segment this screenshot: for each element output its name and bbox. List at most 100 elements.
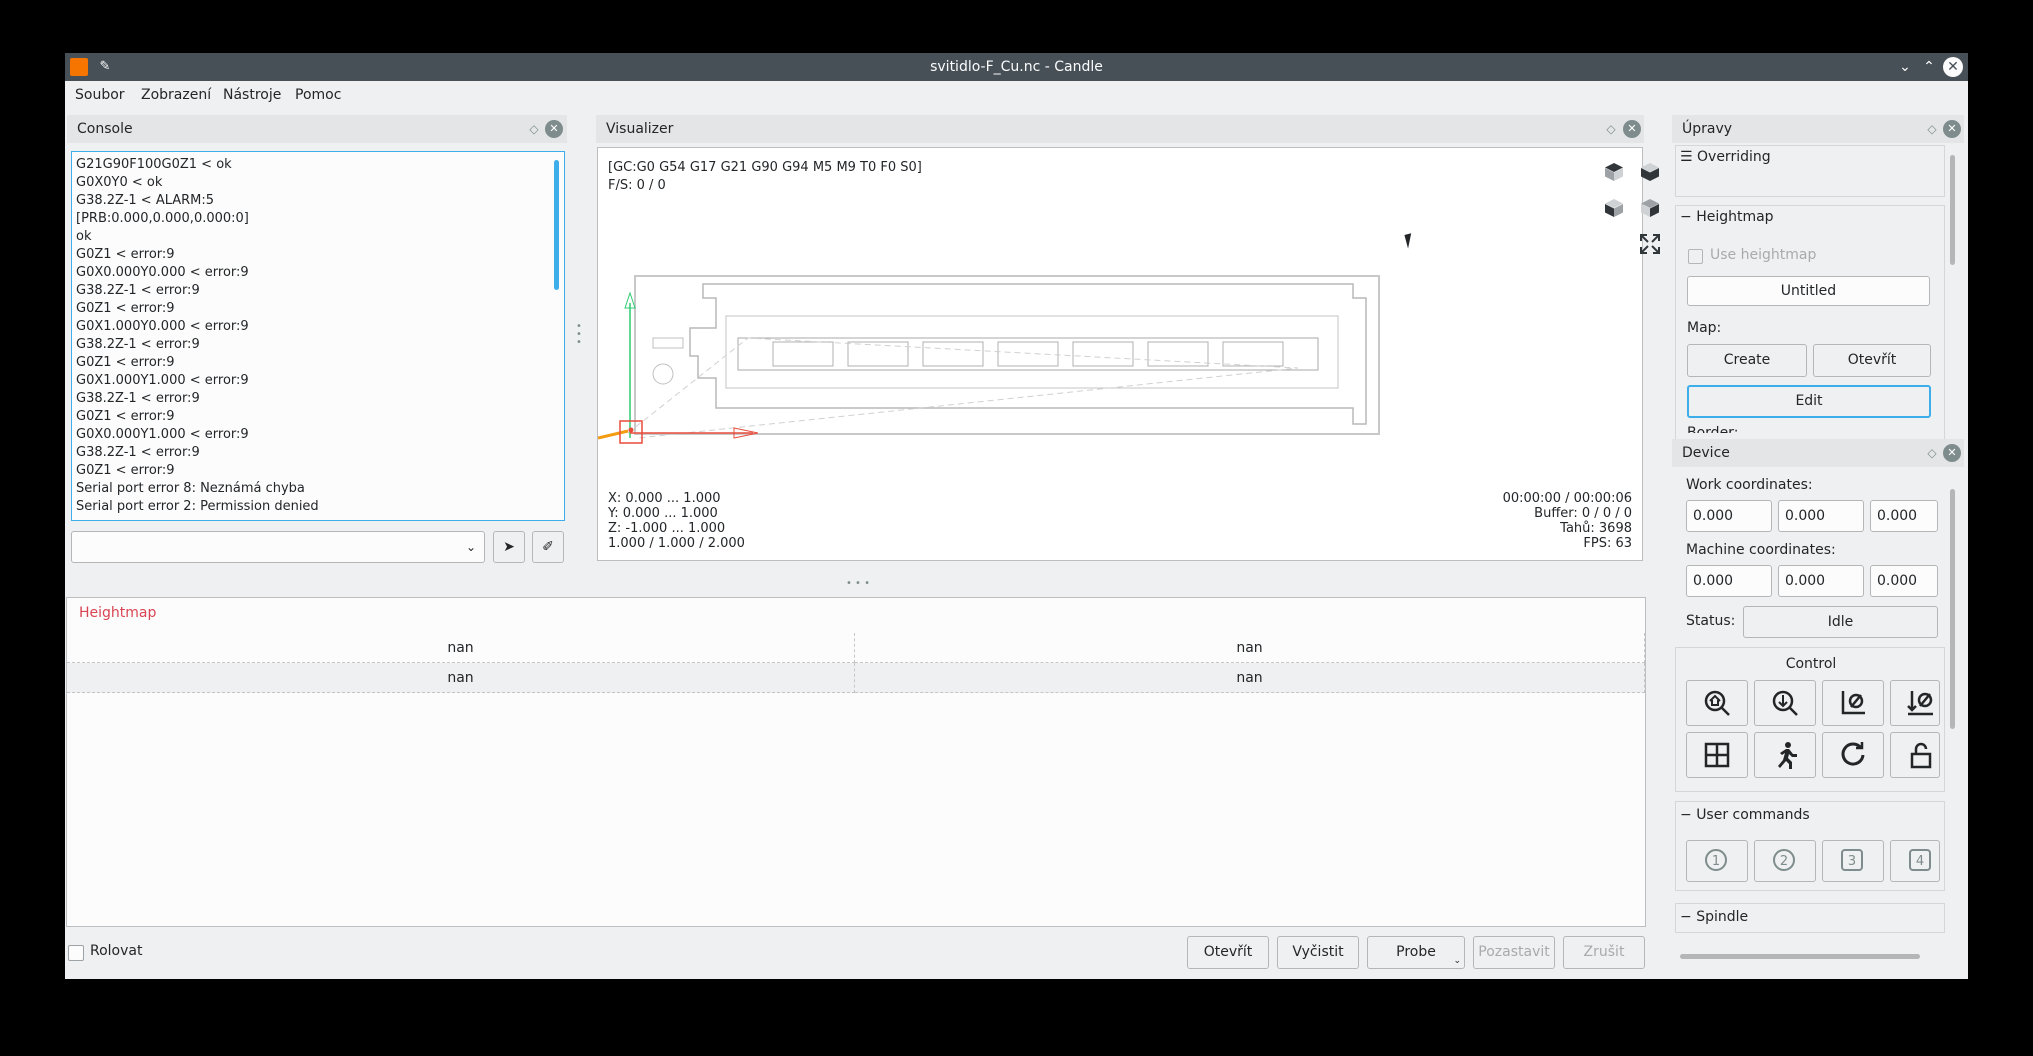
user-commands-header[interactable]: − User commands [1680, 804, 1810, 826]
console-line: G0X0.000Y0.000 < error:9 [76, 265, 249, 280]
restore-origin-button[interactable] [1686, 732, 1748, 778]
edit-map-button[interactable]: Edit [1687, 385, 1931, 418]
view-top-icon[interactable] [1602, 160, 1626, 184]
pause-button[interactable]: Pozastavit [1473, 936, 1555, 969]
command-input[interactable]: ⌄ [71, 531, 485, 563]
device-title: Device [1682, 445, 1730, 461]
work-x-field: 0.000 [1686, 500, 1772, 532]
device-h-scrollbar[interactable] [1680, 954, 1920, 959]
user-command-3-button[interactable]: 3 [1822, 840, 1884, 882]
table-cell[interactable]: nan [855, 633, 1645, 663]
spindle-header[interactable]: − Spindle [1680, 906, 1748, 928]
heightmap-name-field[interactable]: Untitled [1687, 276, 1930, 306]
table-cell[interactable]: nan [855, 663, 1645, 693]
zero-xy-button[interactable] [1822, 680, 1884, 726]
collapse-icon: − [1680, 909, 1692, 925]
view-left-icon[interactable] [1602, 196, 1626, 220]
probe-label: Probe [1396, 944, 1436, 960]
map-label: Map: [1687, 320, 1722, 336]
overriding-section[interactable]: ☰ Overriding [1675, 145, 1945, 197]
upravy-scrollbar[interactable] [1950, 155, 1955, 265]
console-line: G0X1.000Y1.000 < error:9 [76, 373, 249, 388]
menu-soubor[interactable]: Soubor [75, 81, 125, 109]
console-output[interactable]: G21G90F100G0Z1 < ok G0X0Y0 < ok G38.2Z-1 <… [71, 151, 565, 521]
console-line: G0X0Y0 < ok [76, 175, 163, 190]
rolovat-checkbox[interactable] [68, 945, 84, 961]
open-map-button[interactable]: Otevřít [1813, 344, 1931, 377]
console-line: G0Z1 < error:9 [76, 463, 175, 478]
unlock-button[interactable] [1890, 732, 1940, 778]
float-icon[interactable]: ◇ [527, 122, 541, 136]
visualizer-canvas[interactable]: [GC:G0 G54 G17 G21 G90 G94 M5 M9 T0 F0 S… [597, 147, 1660, 561]
spindle-section: − Spindle [1675, 903, 1945, 933]
machine-x-field: 0.000 [1686, 565, 1772, 597]
console-scrollbar[interactable] [554, 160, 559, 290]
console-line: G21G90F100G0Z1 < ok [76, 157, 232, 172]
clear-console-button[interactable]: ✐ [532, 531, 564, 563]
float-icon[interactable]: ◇ [1925, 446, 1939, 460]
menu-zobrazeni[interactable]: Zobrazení [141, 81, 211, 109]
fps-text: FPS: 63 [1583, 536, 1632, 551]
collapse-icon: − [1680, 209, 1692, 225]
upravy-dock-title: Úpravy [1672, 115, 1964, 143]
probe-button[interactable]: Probe ⌄ [1367, 936, 1465, 969]
table-cell[interactable]: nan [67, 663, 855, 693]
console-dock: Console ◇ ✕ G21G90F100G0Z1 < ok G0X0Y0 < … [67, 115, 567, 570]
probe-z-button[interactable] [1754, 680, 1816, 726]
work-y-field: 0.000 [1778, 500, 1864, 532]
open-button[interactable]: Otevřít [1187, 936, 1269, 969]
rolovat-label: Rolovat [90, 943, 143, 959]
user-command-2-button[interactable]: 2 [1754, 840, 1816, 882]
close-window-icon[interactable]: ✕ [1943, 57, 1963, 77]
menu-nastroje[interactable]: Nástroje [223, 81, 281, 109]
overriding-header[interactable]: ☰ Overriding [1680, 146, 1771, 168]
machine-y-field: 0.000 [1778, 565, 1864, 597]
clear-button[interactable]: Vyčistit [1277, 936, 1359, 969]
maximize-icon[interactable]: ⌃ [1919, 57, 1939, 77]
float-icon[interactable]: ◇ [1604, 122, 1618, 136]
close-device-icon[interactable]: ✕ [1943, 444, 1961, 462]
horizontal-splitter[interactable]: • • • [843, 579, 873, 589]
reset-icon [1841, 742, 1865, 766]
user-command-4-button[interactable]: 4 [1890, 840, 1940, 882]
close-console-icon[interactable]: ✕ [545, 120, 563, 138]
user-commands-section: − User commands 1 2 3 4 [1675, 801, 1945, 891]
abort-button[interactable]: Zrušit [1563, 936, 1645, 969]
reset-button[interactable] [1822, 732, 1884, 778]
fit-view-icon[interactable] [1638, 232, 1662, 256]
home-button[interactable] [1686, 680, 1748, 726]
send-button[interactable]: ➤ [493, 531, 525, 563]
visualizer-dock-title: Visualizer [596, 115, 1644, 143]
device-v-scrollbar[interactable] [1950, 489, 1955, 729]
unlock-icon [1910, 742, 1932, 769]
heightmap-label: Heightmap [1696, 209, 1774, 225]
minimize-icon[interactable]: ⌄ [1895, 57, 1915, 77]
splitter-handle[interactable]: • • • [576, 322, 582, 348]
console-line: ok [76, 229, 92, 244]
create-map-button[interactable]: Create [1687, 344, 1807, 377]
view-iso-icon[interactable] [1638, 196, 1662, 220]
zero-z-button[interactable] [1890, 680, 1940, 726]
running-man-icon [1778, 742, 1797, 769]
heightmap-table-title: Heightmap [79, 605, 157, 621]
status-value: Idle [1743, 606, 1938, 638]
float-icon[interactable]: ◇ [1925, 122, 1939, 136]
heightmap-header[interactable]: − Heightmap [1680, 206, 1774, 228]
time-text: 00:00:00 / 00:00:06 [1502, 491, 1632, 506]
user-command-1-button[interactable]: 1 [1686, 840, 1748, 882]
control-label: Control [1785, 656, 1837, 672]
console-line: G0Z1 < error:9 [76, 247, 175, 262]
menu-icon: ☰ [1680, 149, 1693, 165]
table-cell[interactable]: nan [67, 633, 855, 663]
spindle-label: Spindle [1696, 909, 1749, 925]
y-range-text: Y: 0.000 ... 1.000 [608, 506, 718, 521]
close-upravy-icon[interactable]: ✕ [1943, 120, 1961, 138]
view-front-icon[interactable] [1638, 160, 1662, 184]
console-line: G0Z1 < error:9 [76, 409, 175, 424]
close-visualizer-icon[interactable]: ✕ [1623, 120, 1641, 138]
use-heightmap-checkbox[interactable] [1688, 249, 1703, 264]
console-title: Console [77, 121, 133, 137]
menu-pomoc[interactable]: Pomoc [295, 81, 341, 109]
safe-position-button[interactable] [1754, 732, 1816, 778]
console-line: G38.2Z-1 < error:9 [76, 391, 200, 406]
